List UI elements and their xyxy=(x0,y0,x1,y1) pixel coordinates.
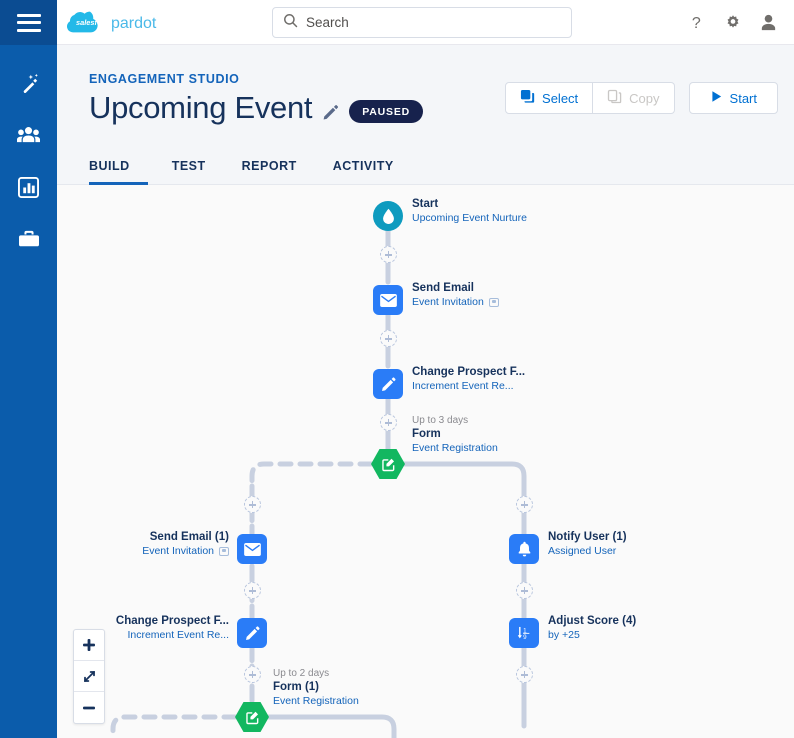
flow-canvas[interactable]: Start Upcoming Event Nurture Send Email … xyxy=(57,186,794,738)
score-sort-icon: 1 9 xyxy=(509,618,539,648)
envelope-icon xyxy=(237,534,267,564)
zoom-in-button[interactable] xyxy=(74,630,104,661)
bell-icon xyxy=(509,534,539,564)
label-notify-user: Notify User (1) Assigned User xyxy=(548,531,627,557)
search-input[interactable] xyxy=(306,15,561,30)
pencil-icon xyxy=(237,618,267,648)
tab-test[interactable]: TEST xyxy=(154,159,224,185)
tab-activity[interactable]: ACTIVITY xyxy=(315,159,412,185)
add-step-button[interactable] xyxy=(516,582,533,599)
svg-text:9: 9 xyxy=(523,634,527,641)
copy-icon xyxy=(607,89,622,107)
node-start[interactable] xyxy=(373,201,403,231)
gear-icon[interactable] xyxy=(724,14,742,32)
rail-item-automations[interactable] xyxy=(0,57,57,109)
add-step-button[interactable] xyxy=(244,582,261,599)
add-step-button[interactable] xyxy=(380,330,397,347)
people-icon xyxy=(17,124,40,146)
briefcase-icon xyxy=(18,229,40,249)
label-start: Start Upcoming Event Nurture xyxy=(412,198,527,224)
select-icon xyxy=(520,89,535,107)
water-drop-icon xyxy=(373,201,403,231)
node-form-trigger[interactable] xyxy=(371,448,405,480)
node-adjust-score[interactable]: 1 9 xyxy=(509,618,539,648)
add-step-button[interactable] xyxy=(516,666,533,683)
node-notify-user[interactable] xyxy=(509,534,539,564)
title-row: Upcoming Event PAUSED xyxy=(89,90,424,126)
menu-button[interactable] xyxy=(0,0,57,45)
envelope-icon xyxy=(373,285,403,315)
bar-chart-icon xyxy=(18,176,39,198)
rail-item-admin[interactable] xyxy=(0,213,57,265)
svg-text:pardot: pardot xyxy=(111,15,157,32)
label-form-trigger-2: Up to 2 days Form (1) Event Registration xyxy=(273,668,359,707)
magic-wand-icon xyxy=(18,72,40,94)
add-step-button[interactable] xyxy=(244,496,261,513)
edit-name-pencil-icon[interactable] xyxy=(322,96,339,121)
label-form-trigger: Up to 3 days Form Event Registration xyxy=(412,415,498,454)
breadcrumb: ENGAGEMENT STUDIO xyxy=(89,72,240,86)
label-send-email-branch: Send Email (1) Event Invitation xyxy=(142,531,229,557)
pardot-logo[interactable]: salesforce pardot xyxy=(67,7,175,37)
add-step-button[interactable] xyxy=(516,496,533,513)
tab-bar: BUILD TEST REPORT ACTIVITY xyxy=(57,148,794,185)
start-button[interactable]: Start xyxy=(688,82,778,114)
zoom-controls xyxy=(73,629,105,724)
rail-item-prospects[interactable] xyxy=(0,109,57,161)
svg-text:?: ? xyxy=(692,14,701,32)
email-template-icon xyxy=(219,546,229,556)
node-change-prospect-field[interactable] xyxy=(373,369,403,399)
label-send-email: Send Email Event Invitation xyxy=(412,281,499,309)
label-adjust-score: Adjust Score (4) by +25 xyxy=(548,615,637,641)
copy-label: Copy xyxy=(629,90,660,106)
hamburger-icon xyxy=(16,13,41,32)
search-icon xyxy=(283,13,298,33)
zoom-out-button[interactable] xyxy=(74,692,104,723)
tab-report[interactable]: REPORT xyxy=(224,159,315,185)
start-label: Start xyxy=(729,90,757,106)
node-send-email[interactable] xyxy=(373,285,403,315)
global-header: salesforce pardot ? xyxy=(57,0,794,45)
svg-text:salesforce: salesforce xyxy=(76,18,113,27)
node-change-prospect-field-branch[interactable] xyxy=(237,618,267,648)
status-badge: PAUSED xyxy=(349,99,424,123)
copy-button[interactable]: Copy xyxy=(593,82,675,114)
global-nav-rail xyxy=(0,0,57,738)
form-edit-icon xyxy=(235,701,269,733)
add-step-button[interactable] xyxy=(380,246,397,263)
zoom-fit-button[interactable] xyxy=(74,661,104,692)
email-template-icon xyxy=(488,297,499,307)
tab-build[interactable]: BUILD xyxy=(89,159,148,185)
select-button[interactable]: Select xyxy=(505,82,594,114)
play-icon xyxy=(710,90,723,106)
select-copy-group: Select Copy xyxy=(505,82,675,114)
node-send-email-branch[interactable] xyxy=(237,534,267,564)
add-step-button[interactable] xyxy=(244,666,261,683)
label-change-prospect-field: Change Prospect F... Increment Event Re.… xyxy=(412,366,526,392)
form-edit-icon xyxy=(371,448,405,480)
rail-item-reports[interactable] xyxy=(0,161,57,213)
flow-connectors xyxy=(110,223,527,738)
pencil-icon xyxy=(373,369,403,399)
node-form-trigger-2[interactable] xyxy=(235,701,269,733)
global-search[interactable] xyxy=(272,7,572,38)
header-utility-actions: ? xyxy=(690,0,778,45)
page-title: Upcoming Event xyxy=(89,90,313,125)
add-step-button[interactable] xyxy=(380,414,397,431)
user-avatar[interactable] xyxy=(759,13,778,32)
help-icon[interactable]: ? xyxy=(690,13,707,32)
header-actions: Select Copy Start xyxy=(505,82,778,114)
select-label: Select xyxy=(542,90,579,106)
engagement-studio-page: salesforce pardot ? xyxy=(0,0,794,738)
